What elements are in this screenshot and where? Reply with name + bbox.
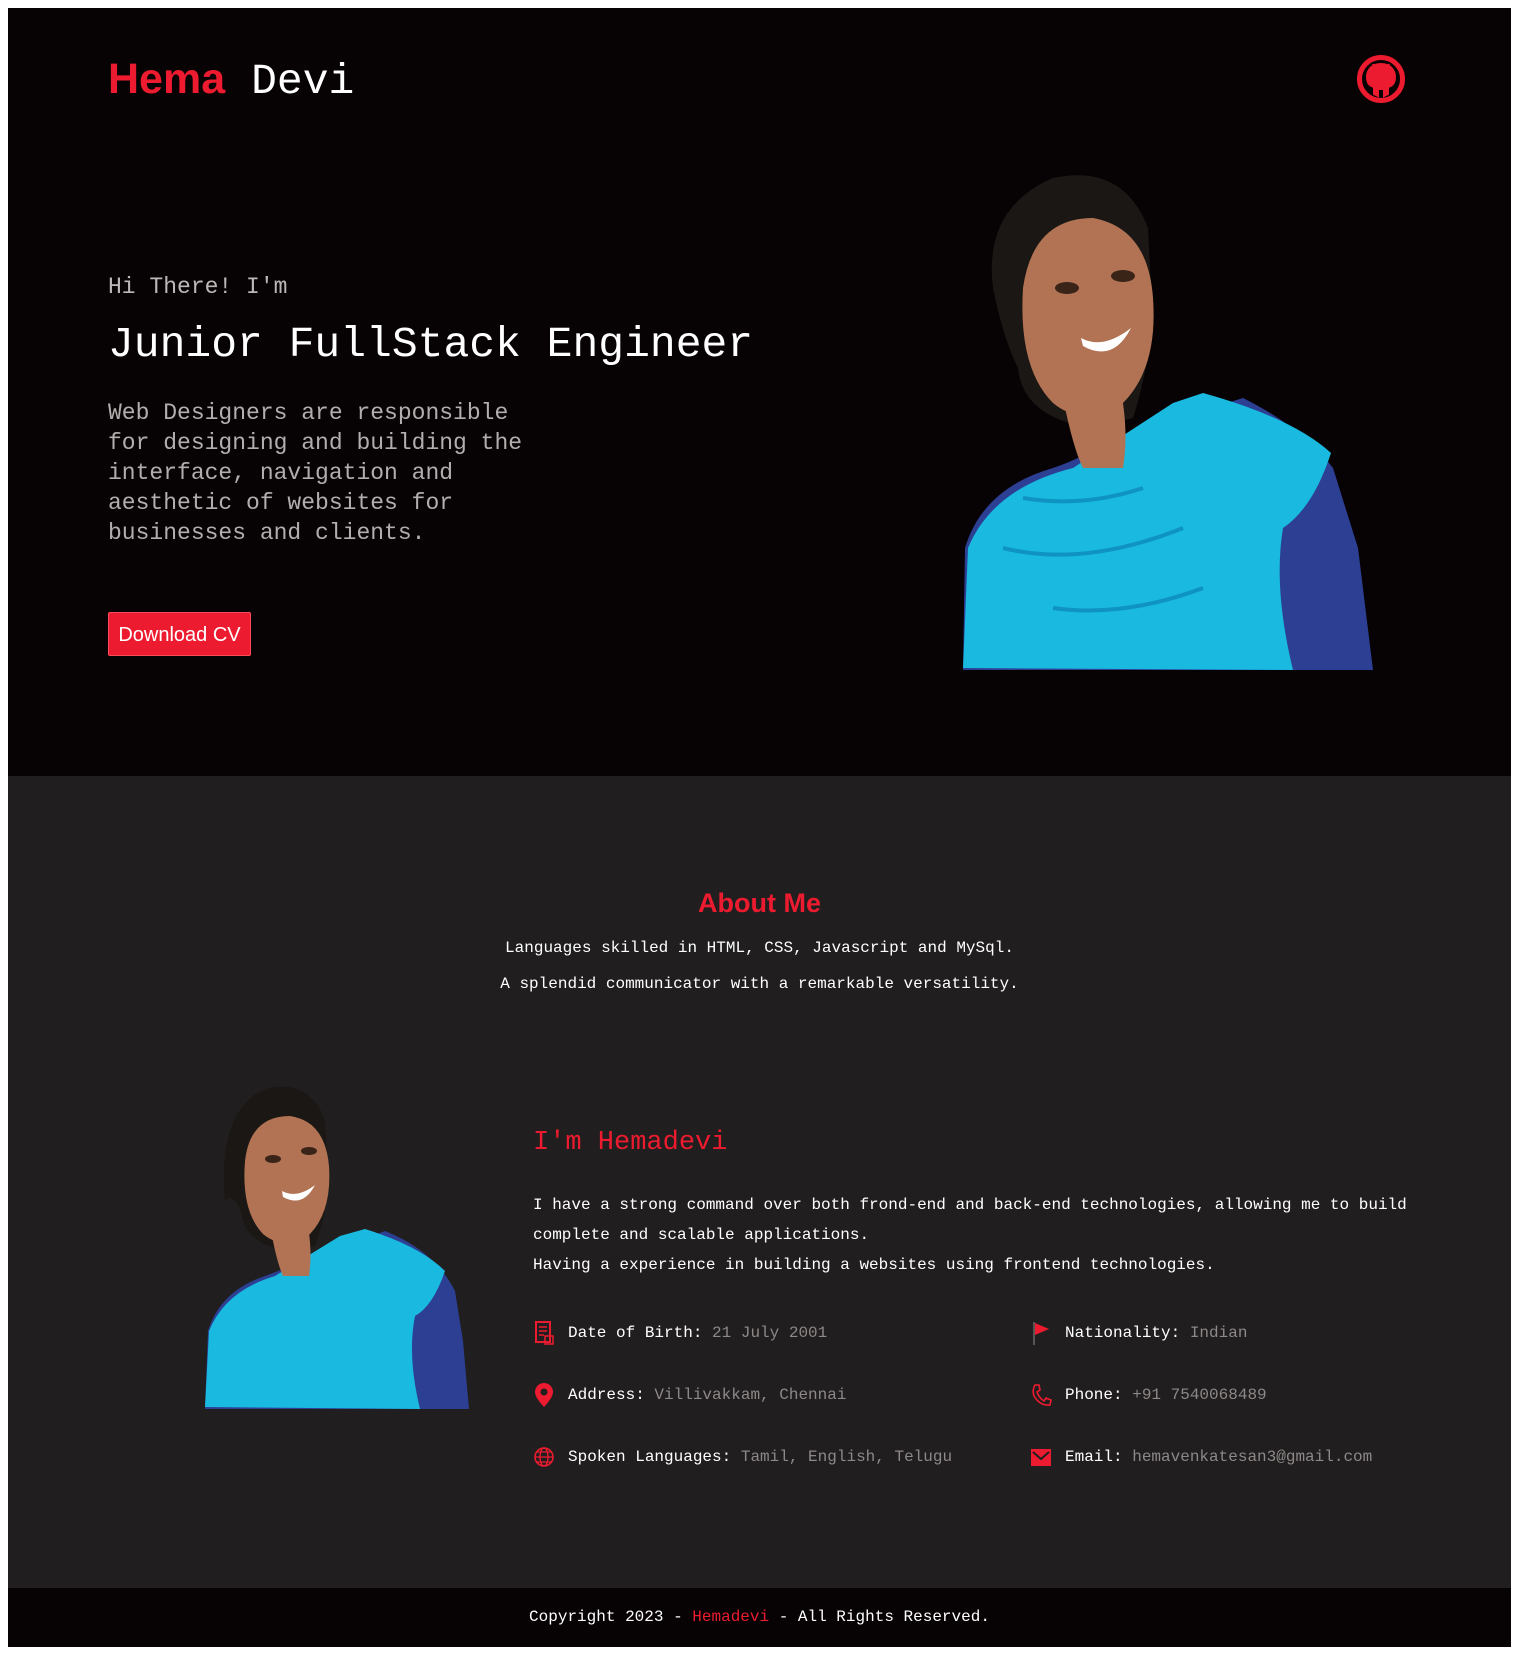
page: Hema Devi Hi There! I'm Junior FullStack … (8, 8, 1511, 1647)
copyright-suffix: - All Rights Reserved. (769, 1608, 990, 1626)
bio-paragraph-1: I have a strong command over both frond-… (533, 1196, 1407, 1244)
about-skills-line: Languages skilled in HTML, CSS, Javascri… (505, 939, 1014, 957)
email-value[interactable]: hemavenkatesan3@gmail.com (1132, 1448, 1372, 1466)
bio-paragraph-2: Having a experience in building a websit… (533, 1256, 1215, 1274)
languages-value: Tamil, English, Telugu (740, 1448, 953, 1466)
hero-description: Web Designers are responsible for design… (108, 400, 523, 546)
copyright-prefix: Copyright 2023 - (529, 1608, 693, 1626)
download-cv-button[interactable]: Download CV (108, 612, 251, 656)
calendar-icon (535, 1321, 554, 1345)
copyright-name: Hemadevi (692, 1608, 770, 1626)
flag-icon (1033, 1322, 1049, 1345)
about-heading: I'm Hemadevi (533, 1128, 728, 1158)
address-label: Address: (568, 1386, 645, 1404)
brand-first-name: Hema (108, 55, 226, 103)
nationality-value: Indian (1189, 1324, 1248, 1342)
email-label: Email: (1065, 1448, 1123, 1466)
footer: Copyright 2023 - Hemadevi - All Rights R… (8, 1588, 1511, 1647)
about-section: About Me Languages skilled in HTML, CSS,… (8, 776, 1511, 1588)
hero-portrait-image (963, 175, 1373, 670)
email-icon (1031, 1449, 1051, 1466)
location-pin-icon (535, 1383, 553, 1407)
copyright-text: Copyright 2023 - Hemadevi - All Rights R… (8, 1588, 1511, 1647)
globe-icon (534, 1447, 554, 1467)
dob-value: 21 July 2001 (712, 1324, 828, 1342)
brand-last-name: Devi (251, 57, 355, 106)
phone-value: +91 7540068489 (1132, 1386, 1267, 1404)
languages-label: Spoken Languages: (568, 1448, 732, 1466)
hero-greeting: Hi There! I'm (108, 274, 288, 300)
about-bio: I have a strong command over both frond-… (533, 1190, 1413, 1280)
hero-section: Hema Devi Hi There! I'm Junior FullStack … (8, 8, 1511, 776)
github-icon[interactable] (1356, 54, 1406, 104)
about-title: About Me (698, 888, 821, 918)
phone-icon (1032, 1384, 1052, 1406)
phone-label: Phone: (1065, 1386, 1123, 1404)
hero-role-title: Junior FullStack Engineer (108, 320, 754, 369)
address-value: Villivakkam, Chennai (654, 1386, 847, 1404)
about-portrait-image (205, 1086, 469, 1409)
nationality-label: Nationality: (1065, 1324, 1181, 1342)
about-communicator-line: A splendid communicator with a remarkabl… (500, 975, 1019, 993)
brand-logo[interactable]: Hema Devi (108, 55, 355, 106)
dob-label: Date of Birth: (568, 1324, 703, 1342)
